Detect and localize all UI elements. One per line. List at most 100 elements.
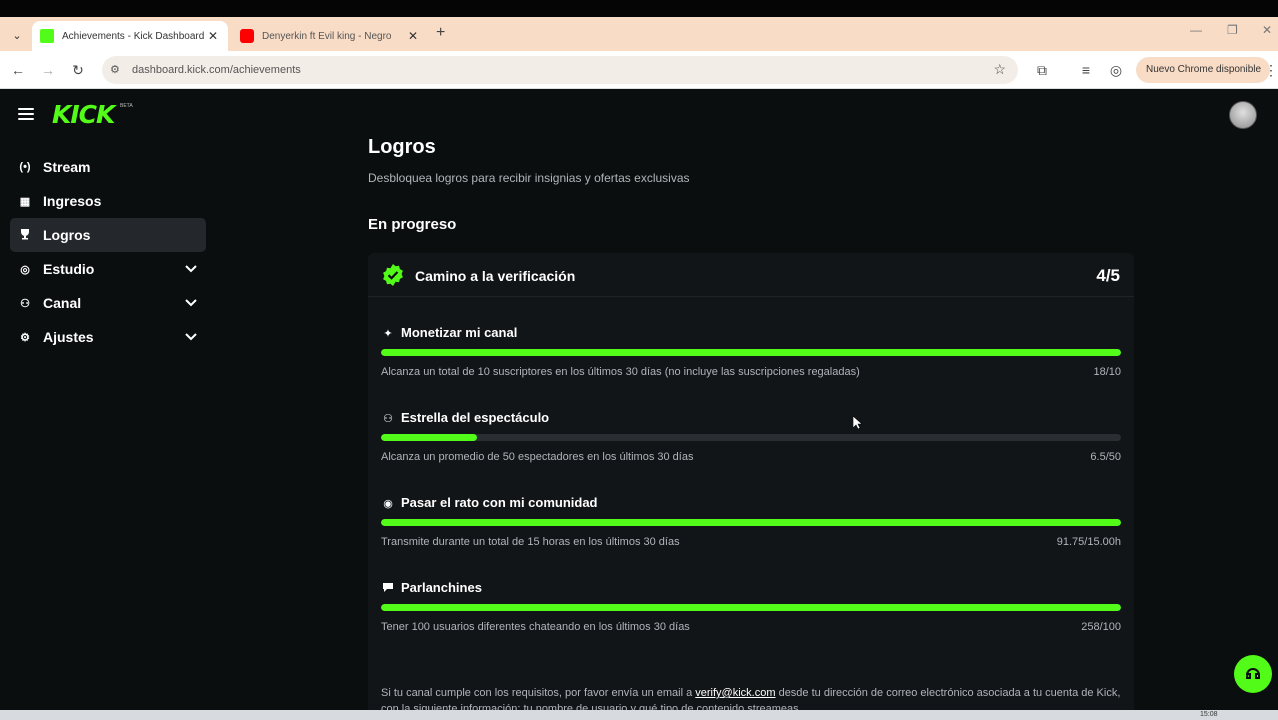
task-item: Parlanchines Tener 100 usuarios diferent… (381, 574, 1121, 654)
card-title: Camino a la verificación (415, 268, 576, 284)
os-taskbar: 15:08 (0, 710, 1278, 720)
browser-tab-strip: ⌄ Achievements - Kick Dashboard ✕ Denyer… (0, 17, 1278, 51)
beta-badge: BETA (120, 103, 133, 109)
trophy-icon (18, 228, 32, 243)
media-controls-icon[interactable]: ≡ (1076, 60, 1096, 80)
close-window-icon[interactable]: ✕ (1262, 23, 1272, 37)
progress-fill (381, 519, 1121, 526)
verification-note: Si tu canal cumple con los requisitos, p… (381, 685, 1121, 710)
channel-icon: ⚇ (20, 297, 30, 310)
task-item: ◉ Pasar el rato con mi comunidad Transmi… (381, 489, 1121, 569)
sidebar-item-label: Stream (43, 159, 91, 175)
progress-track (381, 434, 1121, 441)
screen-top-bar (0, 0, 1278, 17)
verified-badge-icon (383, 264, 403, 286)
task-title: Parlanchines (401, 580, 482, 595)
menu-kebab-icon[interactable]: ⋮ (1264, 60, 1278, 80)
sparkle-icon: ✦ (383, 328, 393, 340)
page-title: Logros (368, 136, 436, 158)
users-icon: ⚇ (383, 413, 393, 425)
task-item: ✦ Monetizar mi canal Alcanza un total de… (381, 319, 1121, 399)
forward-icon[interactable]: → (38, 60, 58, 80)
progress-track (381, 604, 1121, 611)
task-value: 6.5/50 (1090, 451, 1121, 463)
task-title: Estrella del espectáculo (401, 410, 550, 425)
task-description: Alcanza un total de 10 suscriptores en l… (381, 366, 860, 378)
chevron-down-icon (185, 299, 197, 307)
progress-track (381, 349, 1121, 356)
sidebar-item-ajustes[interactable]: ⚙ Ajustes (10, 320, 206, 354)
sidebar-item-label: Estudio (43, 261, 95, 277)
sidebar-item-label: Canal (43, 295, 82, 311)
gear-icon: ⚙ (20, 331, 30, 344)
address-bar[interactable]: ⚙ dashboard.kick.com/achievements ☆ (102, 56, 1018, 84)
logo-text: KICK (52, 100, 115, 129)
close-tab-icon[interactable]: ✕ (406, 29, 420, 43)
tab-youtube[interactable]: Denyerkin ft Evil king - Negro ✕ (232, 21, 428, 51)
task-description: Alcanza un promedio de 50 espectadores e… (381, 451, 694, 463)
kick-dashboard: KICK BETA (•) Stream ▦ Ingresos Logros ◎… (0, 90, 1278, 710)
tab-title: Achievements - Kick Dashboard (62, 30, 205, 42)
broadcast-icon: ◉ (383, 498, 393, 510)
mouse-cursor-icon (853, 416, 863, 430)
progress-fill (381, 434, 478, 441)
site-info-icon[interactable]: ⚙ (110, 63, 120, 76)
youtube-favicon-icon (240, 29, 254, 43)
kick-logo[interactable]: KICK BETA (52, 100, 133, 129)
progress-track (381, 519, 1121, 526)
chart-icon: ▦ (19, 195, 31, 208)
email-link[interactable]: verify@kick.com (695, 687, 775, 699)
card-header: Camino a la verificación 4/5 (368, 253, 1134, 297)
back-icon[interactable]: ← (8, 60, 28, 80)
sidebar-nav: (•) Stream ▦ Ingresos Logros ◎ Estudio ⚇… (10, 150, 206, 354)
achievement-card: Camino a la verificación 4/5 ✦ Monetizar… (368, 253, 1134, 710)
task-description: Tener 100 usuarios diferentes chateando … (381, 621, 690, 633)
new-tab-button[interactable]: + (436, 24, 445, 42)
tab-title: Denyerkin ft Evil king - Negro (262, 30, 392, 42)
chevron-down-icon (185, 265, 197, 273)
hamburger-menu-icon[interactable] (18, 108, 34, 122)
profile-icon[interactable]: ◎ (1106, 60, 1126, 80)
reload-icon[interactable]: ↻ (68, 60, 88, 80)
task-value: 91.75/15.00h (1056, 536, 1121, 548)
restore-icon[interactable]: ❐ (1227, 23, 1238, 37)
task-value: 18/10 (1093, 366, 1121, 378)
sidebar-item-canal[interactable]: ⚇ Canal (10, 286, 206, 320)
kick-favicon-icon (40, 29, 54, 43)
sidebar-item-estudio[interactable]: ◎ Estudio (10, 252, 206, 286)
tab-achievements[interactable]: Achievements - Kick Dashboard ✕ (32, 21, 228, 51)
broadcast-icon: (•) (19, 161, 31, 173)
chevron-down-icon (185, 333, 197, 341)
sidebar-item-ingresos[interactable]: ▦ Ingresos (10, 184, 206, 218)
sidebar-item-label: Ingresos (43, 193, 102, 209)
tab-search-button[interactable]: ⌄ (6, 24, 28, 46)
sidebar-item-label: Ajustes (43, 329, 94, 345)
bookmark-star-icon[interactable]: ☆ (993, 61, 1006, 78)
section-title: En progreso (368, 216, 457, 233)
sidebar-item-stream[interactable]: (•) Stream (10, 150, 206, 184)
clock: 15:08 (1200, 711, 1218, 718)
chrome-update-button[interactable]: Nuevo Chrome disponible (1136, 57, 1270, 83)
minimize-icon[interactable]: — (1190, 23, 1202, 37)
task-title: Monetizar mi canal (401, 325, 518, 340)
sidebar-item-label: Logros (43, 227, 91, 243)
headset-icon (1245, 668, 1260, 679)
task-title: Pasar el rato con mi comunidad (401, 495, 598, 510)
close-tab-icon[interactable]: ✕ (206, 29, 220, 43)
studio-icon: ◎ (20, 263, 30, 276)
progress-fill (381, 604, 1121, 611)
browser-toolbar: ← → ↻ ⚙ dashboard.kick.com/achievements … (0, 51, 1278, 89)
page-subtitle: Desbloquea logros para recibir insignias… (368, 171, 690, 185)
url-text: dashboard.kick.com/achievements (132, 64, 301, 76)
sidebar-item-logros[interactable]: Logros (10, 218, 206, 252)
extensions-icon[interactable]: ⧉ (1032, 60, 1052, 80)
help-chat-button[interactable] (1234, 655, 1272, 693)
note-text: Si tu canal cumple con los requisitos, p… (381, 687, 696, 699)
progress-fill (381, 349, 1121, 356)
chat-icon (381, 582, 395, 596)
card-progress-count: 4/5 (1096, 266, 1120, 285)
task-value: 258/100 (1081, 621, 1121, 633)
task-description: Transmite durante un total de 15 horas e… (381, 536, 680, 548)
user-avatar[interactable] (1229, 101, 1257, 129)
task-item: ⚇ Estrella del espectáculo Alcanza un pr… (381, 404, 1121, 484)
